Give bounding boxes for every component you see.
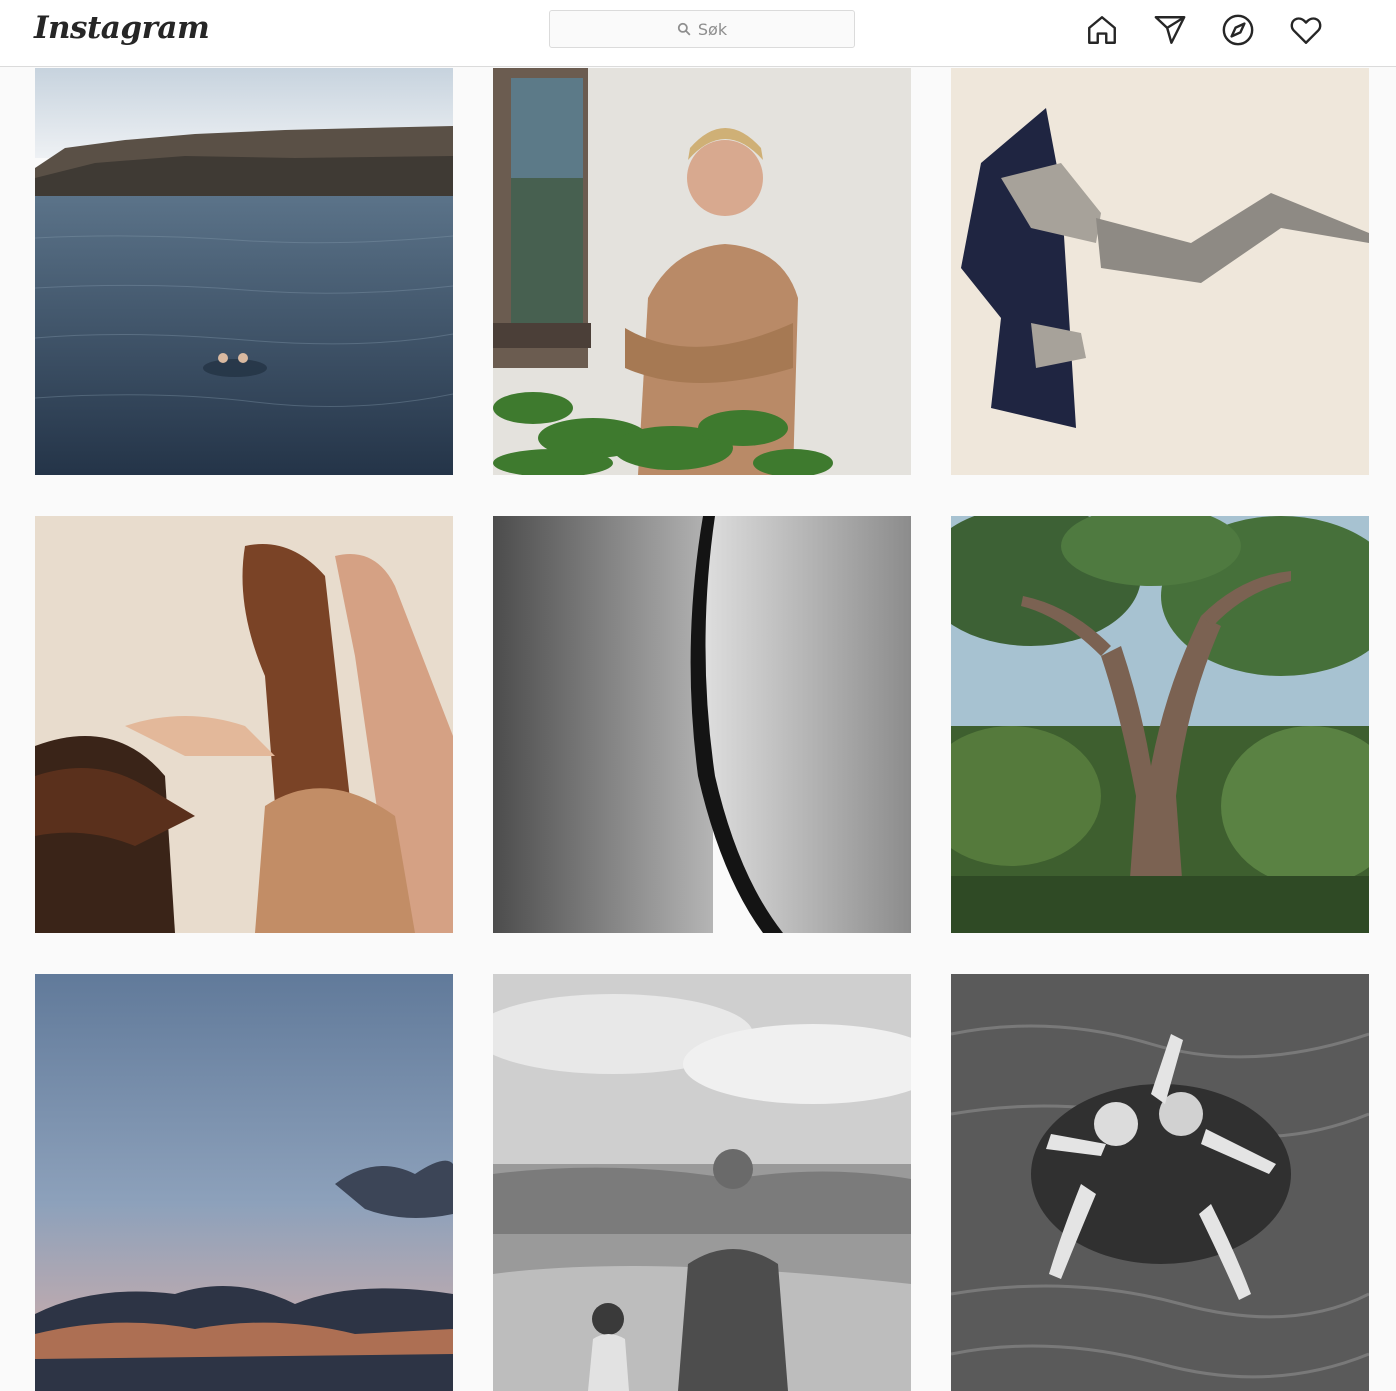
home-icon[interactable]: [1084, 12, 1120, 48]
post-thumbnail[interactable]: [951, 68, 1369, 475]
search-input[interactable]: Søk: [549, 10, 855, 48]
search-placeholder: Søk: [697, 19, 728, 39]
photo-bw-closeup: [493, 516, 911, 933]
photo-swimmers-lake: [35, 68, 453, 475]
top-navigation-bar: Instagram Søk: [0, 0, 1396, 67]
post-thumbnail[interactable]: [951, 516, 1369, 933]
photo-collage: [951, 68, 1369, 475]
photo-sunset-sky: [35, 974, 453, 1391]
post-thumbnail[interactable]: [35, 516, 453, 933]
direct-send-icon[interactable]: [1152, 12, 1188, 48]
search-icon: [677, 22, 691, 36]
post-thumbnail[interactable]: [493, 974, 911, 1391]
photo-bw-rocky-coast: [493, 974, 911, 1391]
post-thumbnail[interactable]: [35, 974, 453, 1391]
post-thumbnail[interactable]: [35, 68, 453, 475]
photo-bw-swimmers: [951, 974, 1369, 1391]
photo-raised-arms: [35, 516, 453, 933]
post-thumbnail[interactable]: [493, 516, 911, 933]
photo-woman-sweater: [493, 68, 911, 475]
post-thumbnail[interactable]: [493, 68, 911, 475]
photo-pine-tree: [951, 516, 1369, 933]
nav-icons: [1084, 12, 1324, 48]
post-grid: [35, 68, 1369, 1391]
post-thumbnail[interactable]: [951, 974, 1369, 1391]
explore-compass-icon[interactable]: [1220, 12, 1256, 48]
instagram-logo[interactable]: Instagram: [34, 10, 210, 46]
activity-heart-icon[interactable]: [1288, 12, 1324, 48]
